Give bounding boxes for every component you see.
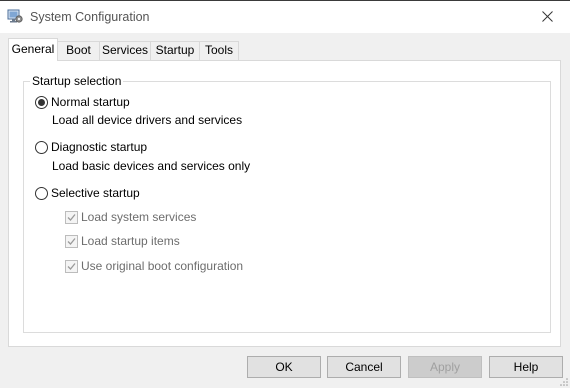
load-startup-items-checkbox[interactable]: Load startup items <box>65 233 180 249</box>
diagnostic-startup-description: Load basic devices and services only <box>52 159 251 173</box>
diagnostic-startup-radio-indicator[interactable] <box>35 140 48 154</box>
close-button[interactable] <box>524 1 570 32</box>
normal-startup-description: Load all device drivers and services <box>52 113 243 127</box>
use-original-boot-configuration-label: Use original boot configuration <box>81 259 244 273</box>
load-startup-items-check[interactable] <box>65 234 78 248</box>
apply-button[interactable]: Apply <box>408 356 482 378</box>
use-original-boot-configuration-check[interactable] <box>65 259 78 273</box>
normal-startup-radio-indicator[interactable] <box>35 95 48 109</box>
normal-startup-radio[interactable]: Normal startup <box>35 94 130 110</box>
checkmark-icon <box>67 262 76 270</box>
load-system-services-label: Load system services <box>81 210 197 224</box>
window-title: System Configuration <box>30 10 150 24</box>
help-button[interactable]: Help <box>489 356 563 378</box>
diagnostic-startup-radio[interactable]: Diagnostic startup <box>35 139 147 155</box>
close-icon <box>541 11 553 22</box>
msconfig-icon <box>7 9 23 23</box>
system-configuration-window: System Configuration General Boot Servic… <box>0 0 570 388</box>
load-system-services-checkbox[interactable]: Load system services <box>65 209 196 225</box>
load-startup-items-label: Load startup items <box>81 234 180 248</box>
diagnostic-startup-label: Diagnostic startup <box>51 140 148 154</box>
checkmark-icon <box>67 237 76 245</box>
ok-button[interactable]: OK <box>247 356 321 378</box>
selective-startup-radio[interactable]: Selective startup <box>35 185 140 201</box>
tab-general[interactable]: General <box>8 38 58 61</box>
selective-startup-radio-indicator[interactable] <box>35 186 48 200</box>
selective-startup-label: Selective startup <box>51 186 140 200</box>
tab-tools[interactable]: Tools <box>199 41 239 60</box>
tab-startup[interactable]: Startup <box>150 41 200 60</box>
tab-services[interactable]: Services <box>99 41 151 60</box>
cancel-button[interactable]: Cancel <box>327 356 401 378</box>
checkmark-icon <box>67 213 76 221</box>
title-bar: System Configuration <box>0 1 570 33</box>
load-system-services-check[interactable] <box>65 210 78 224</box>
tab-boot[interactable]: Boot <box>57 41 100 60</box>
resize-grip-icon[interactable] <box>559 377 569 387</box>
use-original-boot-configuration-checkbox[interactable]: Use original boot configuration <box>65 258 243 274</box>
general-tab-panel: Startup selection Normal startup Load al… <box>8 60 561 347</box>
startup-selection-label: Startup selection <box>30 74 124 88</box>
normal-startup-label: Normal startup <box>51 95 130 109</box>
